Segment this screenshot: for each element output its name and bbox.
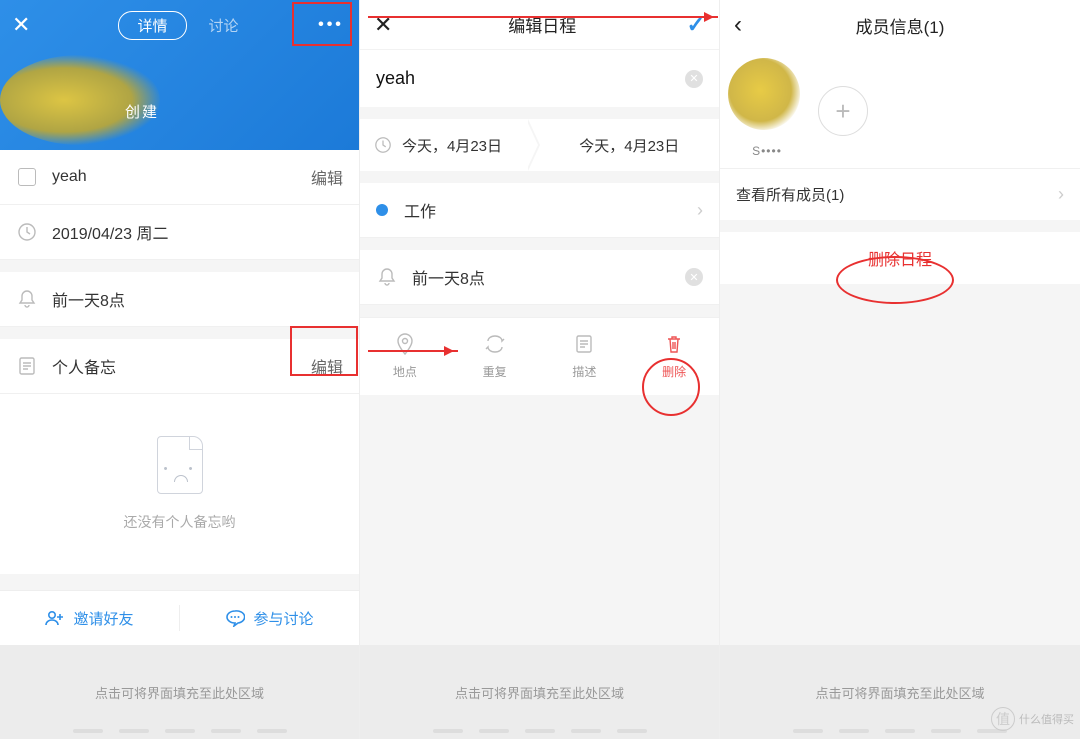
title-input-row[interactable]: yeah ✕ [360, 50, 719, 107]
chat-icon [225, 609, 245, 627]
location-icon [394, 333, 416, 355]
title-input[interactable]: yeah [376, 68, 685, 89]
view-all-members-row[interactable]: 查看所有成员(1) › [720, 168, 1080, 220]
add-member-button[interactable]: + [818, 86, 868, 136]
cancel-icon[interactable]: ✕ [374, 12, 398, 38]
header-banner: ✕ 详情 讨论 ••• 创建 [0, 0, 359, 150]
event-title: yeah [52, 168, 87, 186]
page-title: 成员信息(1) [758, 13, 1042, 38]
invite-button[interactable]: 邀请好友 [0, 591, 179, 645]
empty-file-icon: • • [157, 436, 203, 494]
chevron-right-icon: › [1058, 184, 1064, 205]
memo-label: 个人备忘 [52, 354, 116, 378]
bell-icon [16, 288, 38, 310]
empty-text: 还没有个人备忘哟 [124, 512, 236, 532]
reminder-row[interactable]: 前一天8点 [0, 272, 359, 327]
memo-icon [16, 355, 38, 377]
member-name-partial: S•••• [734, 144, 800, 158]
edit-title-button[interactable]: 编辑 [311, 165, 343, 189]
more-icon[interactable]: ••• [315, 16, 347, 34]
reminder-text: 前一天8点 [52, 287, 125, 311]
bell-icon [376, 266, 398, 288]
pane-detail: ✕ 详情 讨论 ••• 创建 yeah 编辑 2019/04/23 周二 前一天… [0, 0, 360, 739]
location-button[interactable]: 地点 [360, 318, 450, 395]
reminder-row[interactable]: 前一天8点 ✕ [360, 250, 719, 305]
checkbox-icon[interactable] [16, 166, 38, 188]
date-row[interactable]: 2019/04/23 周二 [0, 205, 359, 260]
tab-discuss[interactable]: 讨论 [209, 15, 239, 36]
clear-reminder-icon[interactable]: ✕ [685, 268, 703, 286]
watermark: 值 什么值得买 [991, 707, 1074, 731]
repeat-icon [484, 333, 506, 355]
close-icon[interactable]: ✕ [12, 12, 42, 38]
fill-placeholder[interactable]: 点击可将界面填充至此处区域 [0, 645, 359, 739]
tab-detail[interactable]: 详情 [118, 11, 186, 40]
pane-member-info: ‹ 成员信息(1) S•••• + 查看所有成员(1) › 删除日程 点击可将界… [720, 0, 1080, 739]
back-icon[interactable]: ‹ [734, 11, 758, 39]
members-area: S•••• + [720, 50, 1080, 168]
action-toolbar: 地点 重复 描述 删除 [360, 317, 719, 395]
discuss-button[interactable]: 参与讨论 [180, 591, 359, 645]
category-row[interactable]: 工作 › [360, 183, 719, 238]
clock-icon [16, 221, 38, 243]
repeat-button[interactable]: 重复 [450, 318, 540, 395]
watermark-icon: 值 [991, 707, 1015, 731]
fill-placeholder[interactable]: 点击可将界面填充至此处区域 [360, 645, 719, 739]
invite-icon [45, 610, 65, 626]
reminder-text: 前一天8点 [412, 265, 485, 289]
date-separator-arrow [528, 119, 552, 171]
confirm-icon[interactable]: ✓ [687, 12, 705, 38]
title-row: yeah 编辑 [0, 150, 359, 205]
pane-edit-schedule: ✕ 编辑日程 ✓ yeah ✕ 今天，4月23日 今天，4月23日 工作 › [360, 0, 720, 739]
creator-label: 创建 [125, 101, 159, 122]
member-avatar[interactable]: S•••• [734, 64, 800, 154]
date-range-row[interactable]: 今天，4月23日 今天，4月23日 [360, 119, 719, 171]
memo-empty-state: • • 还没有个人备忘哟 [0, 394, 359, 574]
delete-button[interactable]: 删除 [629, 318, 719, 395]
chevron-right-icon: › [697, 200, 703, 221]
edit-memo-button[interactable]: 编辑 [311, 354, 343, 378]
description-button[interactable]: 描述 [540, 318, 630, 395]
clock-icon [374, 136, 392, 154]
start-date: 今天，4月23日 [402, 135, 502, 156]
end-date: 今天，4月23日 [579, 135, 679, 156]
memo-row: 个人备忘 编辑 [0, 339, 359, 394]
page-title: 编辑日程 [398, 12, 687, 37]
trash-icon [663, 333, 685, 355]
category-label: 工作 [404, 198, 436, 222]
avatar-scribble [0, 55, 160, 145]
clear-icon[interactable]: ✕ [685, 70, 703, 88]
description-icon [573, 333, 595, 355]
category-dot-icon [376, 204, 388, 216]
delete-schedule-button[interactable]: 删除日程 [720, 232, 1080, 284]
date-text: 2019/04/23 周二 [52, 220, 169, 244]
